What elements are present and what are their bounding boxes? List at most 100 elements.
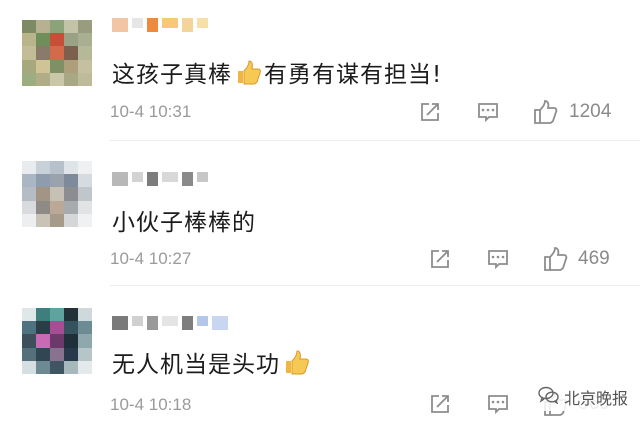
avatar-pixel <box>64 161 78 175</box>
avatar-pixel <box>22 33 36 47</box>
avatar-pixel <box>64 321 78 335</box>
avatar-pixel <box>64 200 78 214</box>
avatar-pixel <box>78 321 92 335</box>
like-count: 1204 <box>569 101 612 122</box>
avatar-pixel <box>64 187 78 201</box>
avatar-pixel <box>64 213 78 227</box>
avatar-pixel <box>78 200 92 214</box>
avatar[interactable] <box>22 308 92 374</box>
share-icon[interactable] <box>418 100 442 124</box>
username-pixel <box>112 316 128 330</box>
thumbs-up-emoji-icon <box>282 348 310 376</box>
wechat-logo-icon <box>538 386 560 408</box>
username-mosaic[interactable] <box>112 18 208 32</box>
avatar-pixel <box>36 187 50 201</box>
watermark: 北京晚报 <box>533 383 632 411</box>
comment-text: 这孩子真棒 有勇有谋有担当! <box>112 55 442 89</box>
username-pixel <box>197 172 208 182</box>
username-pixel <box>162 172 178 182</box>
comment-icon[interactable] <box>476 100 500 124</box>
timestamp: 10-4 10:31 <box>110 102 192 121</box>
avatar-pixel <box>50 321 64 335</box>
avatar-pixel <box>36 59 50 73</box>
avatar-pixel <box>36 46 50 60</box>
share-icon[interactable] <box>428 247 452 271</box>
avatar-pixel <box>78 33 92 47</box>
avatar-pixel <box>50 200 64 214</box>
username-pixel <box>147 172 158 186</box>
username-pixel <box>112 18 128 32</box>
avatar-pixel <box>22 20 36 34</box>
share-icon[interactable] <box>428 392 452 416</box>
username-pixel <box>212 316 228 330</box>
avatar-pixel <box>78 334 92 348</box>
avatar-pixel <box>36 347 50 361</box>
avatar-pixel <box>78 360 92 374</box>
avatar-pixel <box>78 161 92 175</box>
username-pixel <box>182 172 193 186</box>
avatar-pixel <box>50 360 64 374</box>
avatar-pixel <box>36 334 50 348</box>
avatar-pixel <box>22 174 36 188</box>
avatar-pixel <box>50 213 64 227</box>
avatar-pixel <box>64 334 78 348</box>
avatar-pixel <box>36 321 50 335</box>
avatar-pixel <box>36 161 50 175</box>
thumbs-up-icon[interactable] <box>541 245 569 273</box>
username-pixel <box>162 316 178 326</box>
avatar-pixel <box>64 72 78 86</box>
avatar[interactable] <box>22 20 92 86</box>
avatar-pixel <box>36 33 50 47</box>
avatar-pixel <box>36 20 50 34</box>
avatar-pixel <box>64 174 78 188</box>
avatar-pixel <box>78 347 92 361</box>
comment-text-part: 小伙子棒棒的 <box>112 210 256 236</box>
avatar-pixel <box>50 334 64 348</box>
avatar-pixel <box>64 308 78 322</box>
avatar-pixel <box>36 174 50 188</box>
avatar-pixel <box>50 174 64 188</box>
username-pixel <box>132 316 143 326</box>
avatar-pixel <box>36 200 50 214</box>
avatar-pixel <box>64 46 78 60</box>
avatar-pixel <box>22 59 36 73</box>
like-count: 469 <box>578 248 610 269</box>
avatar-pixel <box>36 213 50 227</box>
avatar[interactable] <box>22 161 92 227</box>
avatar-pixel <box>22 161 36 175</box>
username-pixel <box>197 18 208 28</box>
username-mosaic[interactable] <box>112 316 228 330</box>
username-pixel <box>182 18 193 32</box>
avatar-pixel <box>22 321 36 335</box>
thumbs-up-icon[interactable] <box>531 98 559 126</box>
username-pixel <box>132 18 143 28</box>
avatar-pixel <box>50 20 64 34</box>
comment-text-part: 无人机当是头功 <box>112 352 280 378</box>
avatar-pixel <box>36 360 50 374</box>
avatar-pixel <box>78 59 92 73</box>
avatar-pixel <box>64 59 78 73</box>
comment-text-part: 有勇有谋有担当! <box>264 62 443 88</box>
username-mosaic[interactable] <box>112 172 208 186</box>
avatar-pixel <box>22 334 36 348</box>
comment-icon[interactable] <box>486 392 510 416</box>
avatar-pixel <box>22 46 36 60</box>
avatar-pixel <box>50 33 64 47</box>
avatar-pixel <box>64 347 78 361</box>
avatar-pixel <box>78 72 92 86</box>
avatar-pixel <box>22 187 36 201</box>
username-pixel <box>132 172 143 182</box>
avatar-pixel <box>22 347 36 361</box>
avatar-pixel <box>22 200 36 214</box>
avatar-pixel <box>50 308 64 322</box>
username-pixel <box>112 172 128 186</box>
avatar-pixel <box>50 347 64 361</box>
avatar-pixel <box>22 72 36 86</box>
avatar-pixel <box>64 20 78 34</box>
username-pixel <box>147 316 158 330</box>
avatar-pixel <box>36 308 50 322</box>
comment-item: 这孩子真棒 有勇有谋有担当! 10-4 10:31 1204 <box>0 0 640 141</box>
username-pixel <box>147 18 158 32</box>
username-pixel <box>162 18 178 28</box>
comment-icon[interactable] <box>486 247 510 271</box>
